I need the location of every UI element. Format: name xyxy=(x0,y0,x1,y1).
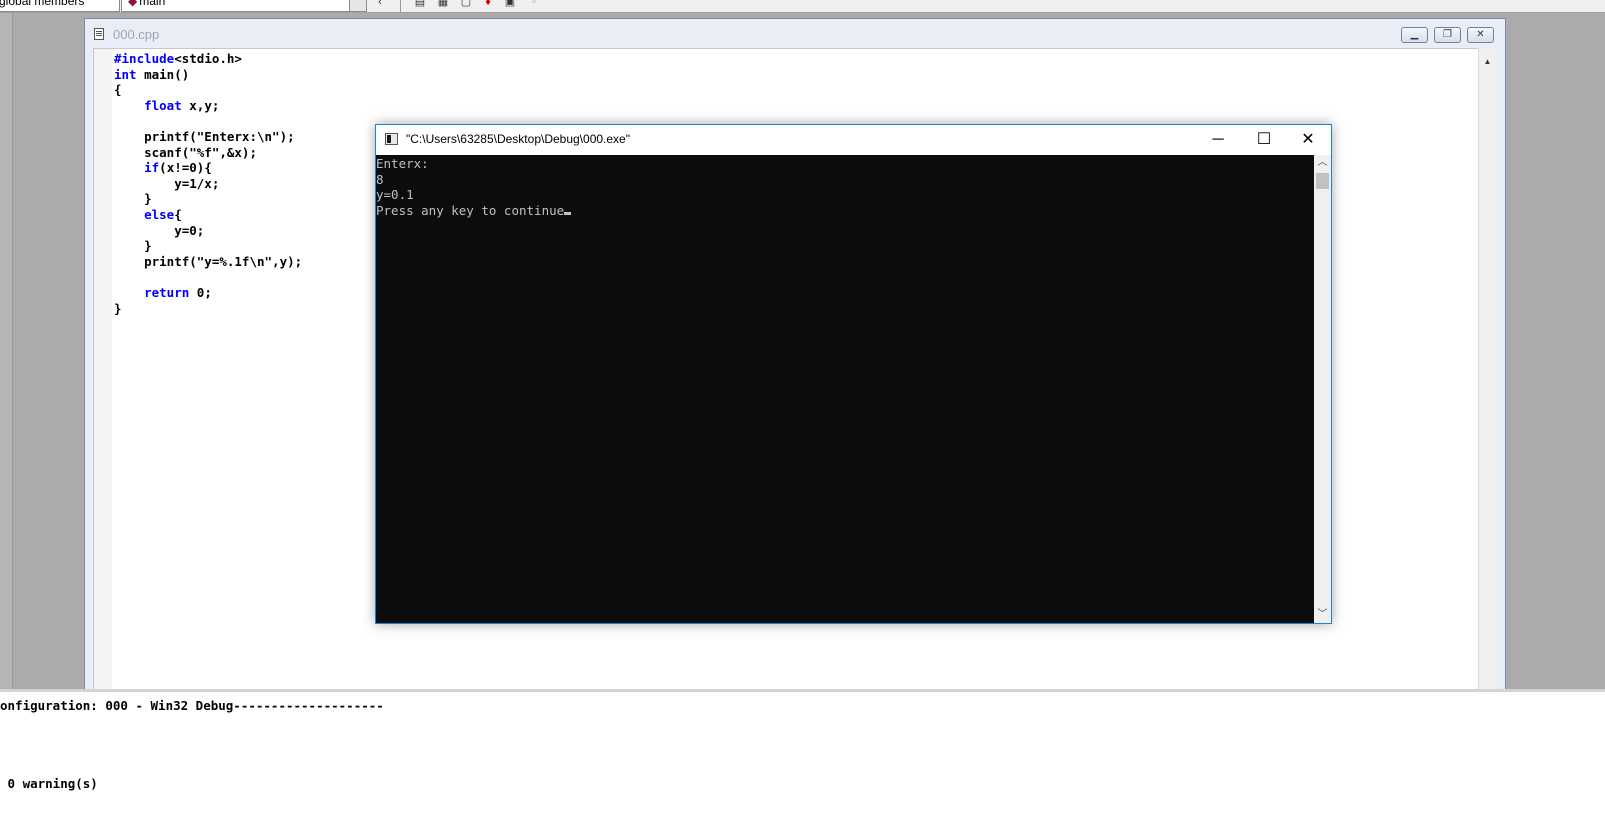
code-line: if(x!=0){ xyxy=(144,160,212,176)
function-combo[interactable]: ◆ main xyxy=(121,0,367,12)
console-output-area[interactable]: Enterx: 8 y=0.1 Press any key to continu… xyxy=(376,155,1314,623)
console-prompt-line: Press any key to continue xyxy=(376,202,572,219)
scroll-up-arrow-icon[interactable]: ▲ xyxy=(1479,54,1496,70)
editor-close-button[interactable]: ✕ xyxy=(1467,27,1494,43)
function-combo-value: main xyxy=(139,0,166,8)
minimize-icon: ─ xyxy=(1212,131,1224,148)
scrollbar-thumb[interactable] xyxy=(1316,173,1329,189)
function-diamond-icon: ◆ xyxy=(128,0,138,8)
output-warnings-line: 0 warning(s) xyxy=(0,776,98,791)
code-line: } xyxy=(114,238,152,254)
code-line: int main() xyxy=(114,66,190,82)
code-line: #include<stdio.h> xyxy=(114,51,242,66)
editor-minimize-button[interactable]: ▁ xyxy=(1401,27,1428,43)
console-line: y=0.1 xyxy=(376,187,414,203)
console-line: Press any key to continue xyxy=(376,202,565,218)
editor-restore-button[interactable]: ❐ xyxy=(1434,27,1461,43)
code-line: y=1/x; xyxy=(114,175,220,191)
toolbar: global members ◆ main ‹ ▤ ▦ ▢ ♦ ▣ ▫ xyxy=(0,0,1605,13)
console-app-icon xyxy=(385,133,398,145)
code-line: } xyxy=(114,191,152,207)
disabled-tool-icon[interactable]: ▫ xyxy=(528,0,540,8)
code-line: else{ xyxy=(144,206,182,222)
scroll-down-chevron-icon[interactable]: ﹀ xyxy=(1314,607,1331,623)
console-titlebar[interactable]: "C:\Users\63285\Desktop\Debug\000.exe" ─… xyxy=(376,125,1331,155)
text-cursor xyxy=(564,211,572,215)
code-keyword: int xyxy=(114,66,137,82)
code-line: printf("y=%.1f\n",y); xyxy=(114,253,303,269)
scroll-up-chevron-icon[interactable]: ︿ xyxy=(1314,155,1331,171)
editor-gutter xyxy=(94,49,112,692)
console-line: Enterx: xyxy=(376,156,429,171)
bookmark-icon[interactable]: ▤ xyxy=(414,0,426,8)
code-line: scanf("%f",&x); xyxy=(114,144,257,160)
workspace-panel-edge xyxy=(0,13,13,689)
window-icon[interactable]: ▦ xyxy=(437,0,449,8)
scope-combo[interactable]: global members xyxy=(0,0,120,12)
code-line: } xyxy=(114,300,122,316)
code-line: y=0; xyxy=(114,222,205,238)
code-keyword: if xyxy=(144,160,160,176)
code-line: printf("Enterx:\n"); xyxy=(114,128,295,144)
maximize-icon: ☐ xyxy=(1256,131,1272,148)
build-output-pane[interactable]: onfiguration: 000 - Win32 Debug---------… xyxy=(0,689,1605,817)
editor-title: 000.cpp xyxy=(113,27,160,42)
code-line: return 0; xyxy=(144,284,212,300)
console-maximize-button[interactable]: ☐ xyxy=(1241,125,1287,155)
console-title: "C:\Users\63285\Desktop\Debug\000.exe" xyxy=(406,132,630,146)
code-keyword: float xyxy=(144,97,182,113)
grid-icon[interactable]: ▢ xyxy=(460,0,472,8)
code-keyword: return xyxy=(144,284,190,300)
code-line: { xyxy=(114,82,122,98)
step-icon[interactable]: ▣ xyxy=(504,0,516,8)
code-keyword: #include xyxy=(114,51,175,66)
editor-vertical-scrollbar[interactable]: ▲ xyxy=(1478,48,1496,691)
combo-dropdown-button[interactable] xyxy=(349,0,366,11)
console-output: Enterx: 8 y=0.1 Press any key to continu… xyxy=(376,156,572,219)
restore-icon: ❐ xyxy=(1443,29,1452,40)
file-icon xyxy=(94,28,104,40)
console-minimize-button[interactable]: ─ xyxy=(1195,125,1241,155)
code-keyword: else xyxy=(144,206,175,222)
back-arrow-icon[interactable]: ‹ xyxy=(374,0,386,8)
console-vertical-scrollbar[interactable]: ︿ ﹀ xyxy=(1314,155,1331,623)
console-close-button[interactable]: ✕ xyxy=(1285,125,1331,155)
code-lines: #include<stdio.h> int main(){ float x,y; … xyxy=(114,51,302,316)
close-icon: ✕ xyxy=(1301,131,1315,148)
minimize-icon: ▁ xyxy=(1410,29,1419,40)
close-icon: ✕ xyxy=(1476,29,1485,40)
editor-titlebar[interactable]: 000.cpp ▁ ❐ ✕ xyxy=(85,19,1505,47)
console-window: "C:\Users\63285\Desktop\Debug\000.exe" ─… xyxy=(375,124,1332,624)
toolbar-separator xyxy=(400,0,401,12)
console-line: 8 xyxy=(376,171,384,187)
code-line: float x,y; xyxy=(144,97,220,113)
output-config-line: onfiguration: 000 - Win32 Debug---------… xyxy=(0,698,384,713)
breakpoint-icon[interactable]: ♦ xyxy=(482,0,494,8)
